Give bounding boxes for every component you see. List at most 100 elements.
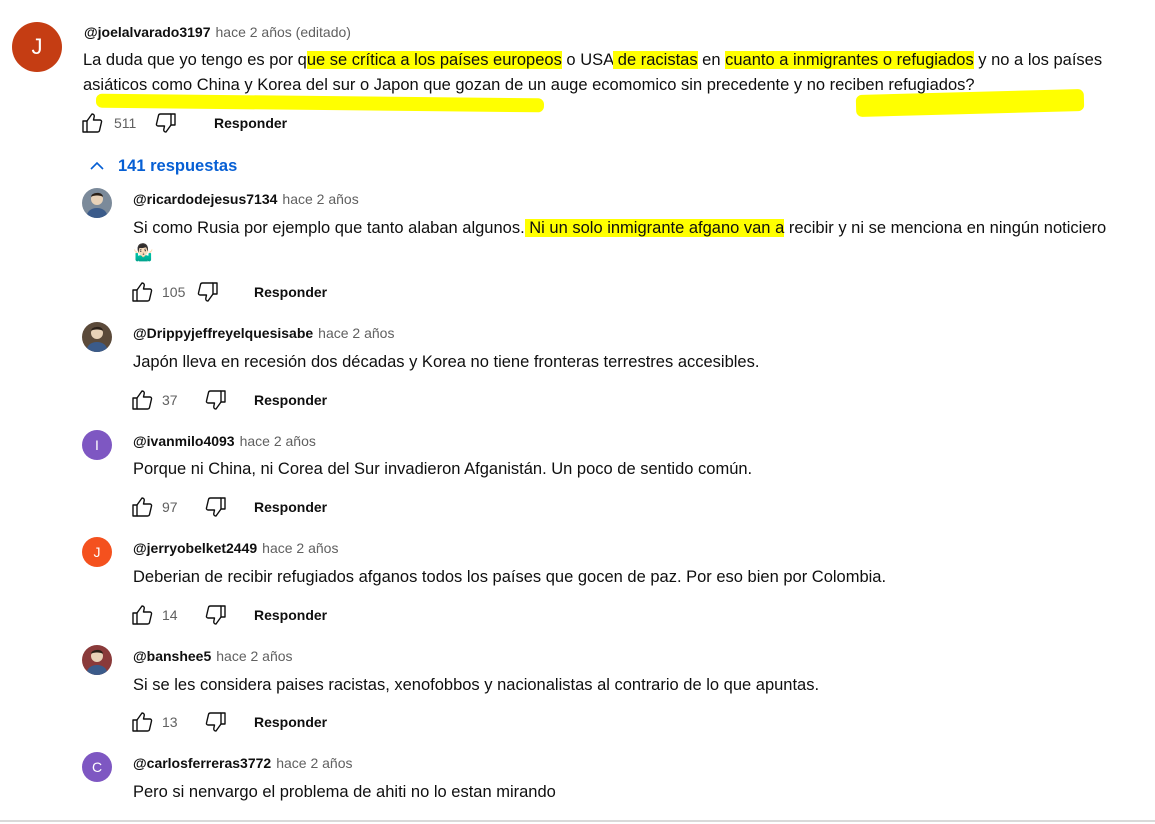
- like-button[interactable]: [130, 603, 154, 627]
- comment-text: Si se les considera paises racistas, xen…: [133, 673, 1123, 698]
- comment-time[interactable]: hace 2 años: [282, 191, 358, 207]
- highlighted-text: Ni un solo inmigrante afgano van a: [524, 219, 785, 237]
- profile-photo: [86, 326, 108, 352]
- comment-text: Si como Rusia por ejemplo que tanto alab…: [133, 216, 1123, 266]
- like-button[interactable]: [130, 280, 154, 304]
- comment-text: Pero si nenvargo el problema de ahiti no…: [133, 780, 1123, 805]
- comment-time[interactable]: hace 2 años: [276, 755, 352, 771]
- comment-actions: 37 Responder: [130, 387, 327, 413]
- thumbs-up-icon: [132, 282, 153, 302]
- dislike-button[interactable]: [204, 495, 228, 519]
- divider: [0, 820, 1155, 822]
- comment-header: @ricardodejesus7134 hace 2 años: [133, 190, 359, 208]
- like-count: 97: [162, 499, 178, 515]
- comment-time[interactable]: hace 2 años: [318, 325, 394, 341]
- highlighted-text: de racistas: [613, 51, 698, 69]
- avatar-letter: J: [93, 544, 101, 560]
- replies-count-label: 141 respuestas: [118, 156, 238, 175]
- comment-actions: 105 Responder: [130, 279, 327, 305]
- like-count: 511: [114, 115, 137, 131]
- text-segment: Pero si nenvargo el problema de ahiti no…: [133, 783, 556, 801]
- reply-button[interactable]: Responder: [254, 499, 327, 515]
- thumbs-down-icon: [205, 605, 226, 625]
- comment-author[interactable]: @joelalvarado3197: [84, 24, 211, 40]
- thumbs-down-icon: [205, 390, 226, 410]
- dislike-button[interactable]: [204, 603, 228, 627]
- thumbs-down-icon: [205, 712, 226, 732]
- comment-author[interactable]: @Drippyjeffreyelquesisabe: [133, 325, 313, 341]
- avatar-letter: J: [31, 34, 43, 59]
- comment-author[interactable]: @carlosferreras3772: [133, 755, 271, 771]
- like-button[interactable]: [130, 495, 154, 519]
- comment-text: Porque ni China, ni Corea del Sur invadi…: [133, 457, 1123, 482]
- comment-time[interactable]: hace 2 años (editado): [216, 24, 351, 40]
- profile-photo: [86, 192, 108, 218]
- avatar[interactable]: [82, 322, 112, 352]
- like-count: 37: [162, 392, 178, 408]
- dislike-button[interactable]: [154, 111, 178, 135]
- comment-text: La duda que yo tengo es por que se críti…: [83, 48, 1123, 98]
- reply-button[interactable]: Responder: [214, 115, 287, 131]
- dislike-button[interactable]: [196, 280, 220, 304]
- text-segment: Si como Rusia por ejemplo que tanto alab…: [133, 219, 525, 237]
- avatar[interactable]: [82, 645, 112, 675]
- thumbs-down-icon: [155, 113, 176, 133]
- comment-actions: 14 Responder: [130, 602, 327, 628]
- comment-actions: 97 Responder: [130, 494, 327, 520]
- comment-author[interactable]: @ricardodejesus7134: [133, 191, 277, 207]
- text-segment: Japón lleva en recesión dos décadas y Ko…: [133, 353, 760, 371]
- comment-actions: 13 Responder: [130, 709, 327, 735]
- avatar[interactable]: J: [82, 537, 112, 567]
- highlighted-text: ue se crítica a los países europeos: [306, 51, 562, 69]
- avatar[interactable]: I: [82, 430, 112, 460]
- thumbs-up-icon: [132, 497, 153, 517]
- comment-author[interactable]: @banshee5: [133, 648, 211, 664]
- highlighted-text: cuanto a inmigrantes o refugiados: [725, 51, 974, 69]
- dislike-button[interactable]: [204, 710, 228, 734]
- top-comment: J @joelalvarado3197 hace 2 años (editado)…: [0, 0, 1155, 150]
- comment-text: Deberian de recibir refugiados afganos t…: [133, 565, 1123, 590]
- avatar[interactable]: C: [82, 752, 112, 782]
- avatar[interactable]: J: [12, 22, 62, 72]
- thumbs-up-icon: [132, 390, 153, 410]
- like-button[interactable]: [130, 388, 154, 412]
- comment-header: @Drippyjeffreyelquesisabe hace 2 años: [133, 324, 394, 342]
- comment-actions: 511 Responder: [80, 110, 287, 136]
- comment-author[interactable]: @ivanmilo4093: [133, 433, 235, 449]
- comment-header: @jerryobelket2449 hace 2 años: [133, 539, 338, 557]
- chevron-up-icon: [90, 161, 104, 170]
- comment-author[interactable]: @jerryobelket2449: [133, 540, 257, 556]
- reply-button[interactable]: Responder: [254, 714, 327, 730]
- thumbs-down-icon: [205, 497, 226, 517]
- thumbs-up-icon: [82, 113, 103, 133]
- reply-button[interactable]: Responder: [254, 392, 327, 408]
- thumbs-down-icon: [197, 282, 218, 302]
- avatar-letter: C: [91, 759, 103, 775]
- text-segment: Porque ni China, ni Corea del Sur invadi…: [133, 460, 753, 478]
- thumbs-up-icon: [132, 712, 153, 732]
- like-button[interactable]: [80, 111, 104, 135]
- comment-time[interactable]: hace 2 años: [262, 540, 338, 556]
- comment-header: @joelalvarado3197 hace 2 años (editado): [84, 23, 351, 41]
- comment-header: @banshee5 hace 2 años: [133, 647, 293, 665]
- profile-photo: [86, 649, 108, 675]
- reply-button[interactable]: Responder: [254, 284, 327, 300]
- like-count: 14: [162, 607, 178, 623]
- comment-text: Japón lleva en recesión dos décadas y Ko…: [133, 350, 1123, 375]
- text-segment: Si se les considera paises racistas, xen…: [133, 676, 820, 694]
- reply-button[interactable]: Responder: [254, 607, 327, 623]
- comment-header: @carlosferreras3772 hace 2 años: [133, 754, 353, 772]
- like-button[interactable]: [130, 710, 154, 734]
- comment-time[interactable]: hace 2 años: [240, 433, 316, 449]
- dislike-button[interactable]: [204, 388, 228, 412]
- avatar-letter: I: [95, 437, 99, 453]
- text-segment: Deberian de recibir refugiados afganos t…: [133, 568, 887, 586]
- like-count: 13: [162, 714, 178, 730]
- like-count: 105: [162, 284, 186, 300]
- comment-header: @ivanmilo4093 hace 2 años: [133, 432, 316, 450]
- avatar[interactable]: [82, 188, 112, 218]
- text-segment: o USA: [561, 51, 614, 69]
- replies-toggle-button[interactable]: 141 respuestas: [88, 154, 237, 178]
- text-segment: La duda que yo tengo es por q: [83, 51, 307, 69]
- comment-time[interactable]: hace 2 años: [216, 648, 292, 664]
